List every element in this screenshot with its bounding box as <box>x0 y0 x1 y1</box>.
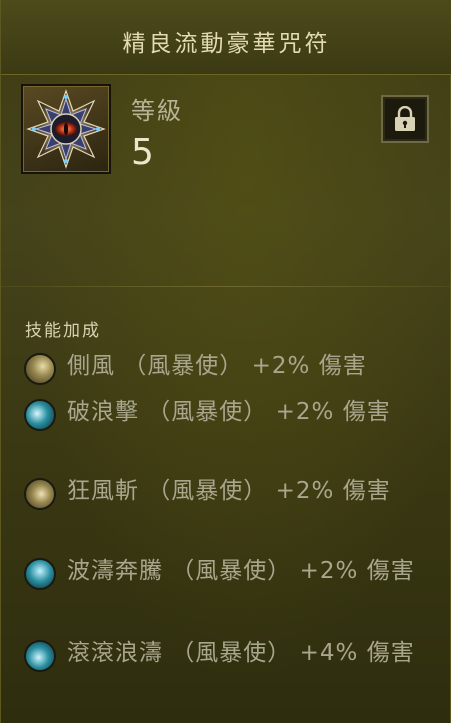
title-bar: 精良流動豪華咒符 <box>1 0 451 75</box>
item-tooltip-panel: 精良流動豪華咒符 等級 5 技能加成 側風 （風暴使） +2% 傷害 破浪擊 （… <box>0 0 451 723</box>
skill-bonus-text: 破浪擊 （風暴使） +2% 傷害 <box>67 399 391 425</box>
surging-waves-icon <box>24 558 56 590</box>
gale-slash-icon <box>24 478 56 510</box>
lock-button[interactable] <box>381 95 429 143</box>
skill-bonus-text: 側風 （風暴使） +2% 傷害 <box>67 353 367 379</box>
level-value: 5 <box>131 132 154 173</box>
item-header: 等級 5 <box>1 74 451 286</box>
level-label: 等級 <box>131 97 183 125</box>
skill-bonus-text: 滾滾浪濤 （風暴使） +4% 傷害 <box>67 640 415 666</box>
rolling-tide-icon <box>24 640 56 672</box>
skill-bonus-text: 狂風斬 （風暴使） +2% 傷害 <box>67 478 391 504</box>
section-divider <box>1 286 451 287</box>
padlock-icon <box>395 106 415 131</box>
item-icon-frame <box>21 84 111 174</box>
skill-bonus-header: 技能加成 <box>25 321 101 341</box>
wind-swirl-icon <box>24 353 56 385</box>
skill-bonus-text: 波濤奔騰 （風暴使） +2% 傷害 <box>67 558 415 584</box>
wave-strike-icon <box>24 399 56 431</box>
ornate-charm-gem-icon <box>26 89 106 169</box>
item-title: 精良流動豪華咒符 <box>122 31 331 57</box>
